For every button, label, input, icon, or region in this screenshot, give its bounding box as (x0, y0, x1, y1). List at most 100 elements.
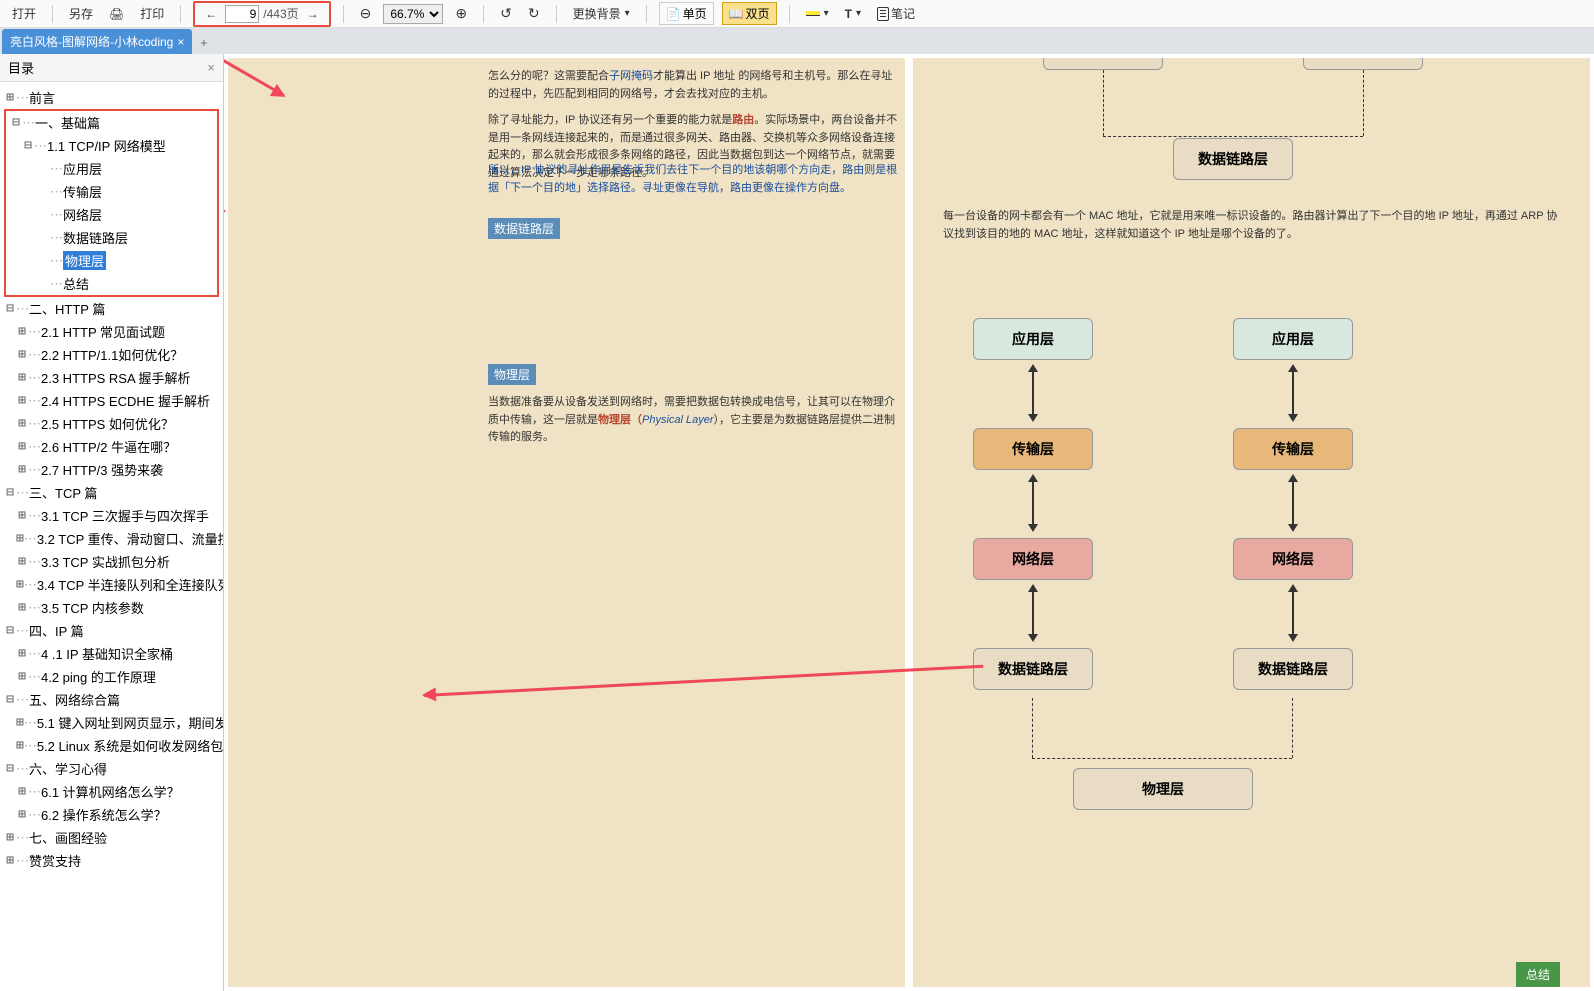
text-icon (845, 7, 852, 21)
tree-item[interactable]: ⋯2.5 HTTPS 如何优化？ (0, 412, 223, 435)
tree-item[interactable]: ⋯5.1 键入网址到网页显示，期间发生了什么 (0, 711, 223, 734)
page-right: 数据链路层 每一台设备的网卡都会有一个 MAC 地址，它就是用来唯一标识设备的。… (913, 58, 1590, 987)
next-page-button[interactable] (303, 5, 323, 23)
page-left: 怎么分的呢？这需要配合子网掩码才能算出 IP 地址 的网络号和主机号。那么在寻址… (228, 58, 905, 987)
diagram-layer-physical: 物理层 (1073, 768, 1253, 810)
tree-item[interactable]: ⋯5.2 Linux 系统是如何收发网络包的？ (0, 734, 223, 757)
section-heading-datalink: 数据链路层 (488, 218, 560, 239)
rotate-right-button[interactable] (524, 3, 544, 24)
open-button[interactable]: 打开 (8, 3, 40, 24)
rotate-left-button[interactable] (496, 3, 516, 24)
tree-item-sec5[interactable]: ⋯五、网络综合篇 (0, 688, 223, 711)
paragraph: 每一台设备的网卡都会有一个 MAC 地址，它就是用来唯一标识设备的。路由器计算出… (943, 208, 1563, 243)
tree-item-summary[interactable]: ⋯总结 (6, 272, 217, 295)
tree-item[interactable]: ⋯4.2 ping 的工作原理 (0, 665, 223, 688)
tree-item-sec2[interactable]: ⋯二、HTTP 篇 (0, 297, 223, 320)
change-background-button[interactable]: 更换背景 (569, 3, 634, 24)
tree-item[interactable]: ⋯6.1 计算机网络怎么学？ (0, 780, 223, 803)
print-button[interactable]: 打印 (136, 3, 168, 24)
highlight-button[interactable] (802, 6, 833, 21)
tree-item[interactable]: ⋯2.4 HTTPS ECDHE 握手解析 (0, 389, 223, 412)
sidebar-title: 目录 (8, 58, 34, 77)
separator (646, 5, 647, 23)
document-tab[interactable]: 亮白风格-图解网络-小林coding (2, 29, 192, 54)
tree-item-sec7[interactable]: ⋯七、画图经验 (0, 826, 223, 849)
zoom-in-icon (455, 5, 467, 22)
tab-title: 亮白风格-图解网络-小林coding (10, 33, 173, 50)
highlighter-icon (806, 11, 820, 16)
tree-item-sec4[interactable]: ⋯四、IP 篇 (0, 619, 223, 642)
zoom-out-icon (360, 5, 372, 22)
outline-tree: ⋯前言 ⋯一、基础篇 ⋯1.1 TCP/IP 网络模型 ⋯应用层 ⋯传输层 ⋯网… (0, 82, 223, 876)
tree-item[interactable]: ⋯2.2 HTTP/1.1如何优化？ (0, 343, 223, 366)
arrow-right-icon (307, 7, 319, 21)
paragraph: 当数据准备要从设备发送到网络时，需要把数据包转换成电信号，让其可以在物理介质中传… (488, 394, 898, 447)
tree-item-network-layer[interactable]: ⋯网络层 (6, 203, 217, 226)
tree-item-1-1[interactable]: ⋯1.1 TCP/IP 网络模型 (6, 134, 217, 157)
tree-item-sponsor[interactable]: ⋯赞赏支持 (0, 849, 223, 872)
tree-item[interactable]: ⋯3.4 TCP 半连接队列和全连接队列 (0, 573, 223, 596)
section-heading-physical: 物理层 (488, 364, 536, 385)
print-icon-button[interactable]: 🖨 (105, 5, 128, 23)
tree-item[interactable]: ⋯6.2 操作系统怎么学？ (0, 803, 223, 826)
tree-item[interactable]: ⋯3.1 TCP 三次握手与四次挥手 (0, 504, 223, 527)
tree-item[interactable]: ⋯2.6 HTTP/2 牛逼在哪？ (0, 435, 223, 458)
tree-item-datalink-layer[interactable]: ⋯数据链路层 (6, 226, 217, 249)
outline-sidebar: 目录 ⋯前言 ⋯一、基础篇 ⋯1.1 TCP/IP 网络模型 ⋯应用层 ⋯传输层… (0, 54, 224, 991)
sidebar-header: 目录 (0, 54, 223, 82)
printer-icon: 🖨 (109, 7, 124, 21)
diagram-layer-datalink: 数据链路层 (1173, 138, 1293, 180)
single-page-button[interactable]: 📄单页 (659, 2, 714, 25)
diagram-layer-datalink (1303, 58, 1423, 70)
diagram-layer-app: 应用层 (1233, 318, 1353, 360)
tree-item-sec6[interactable]: ⋯六、学习心得 (0, 757, 223, 780)
tree-item[interactable]: ⋯4 .1 IP 基础知识全家桶 (0, 642, 223, 665)
arrow-left-icon (205, 7, 217, 21)
separator (789, 5, 790, 23)
tree-item[interactable]: ⋯2.3 HTTPS RSA 握手解析 (0, 366, 223, 389)
page-total-label: /443页 (263, 5, 298, 22)
separator (180, 5, 181, 23)
tree-item-sec3[interactable]: ⋯三、TCP 篇 (0, 481, 223, 504)
diagram-layer-network: 网络层 (973, 538, 1093, 580)
tree-item-transport-layer[interactable]: ⋯传输层 (6, 180, 217, 203)
diagram-layer-network: 网络层 (1233, 538, 1353, 580)
double-page-button[interactable]: 📖双页 (722, 2, 777, 25)
diagram-layer-datalink: 数据链路层 (973, 648, 1093, 690)
new-tab-button[interactable] (192, 32, 215, 54)
tree-item-sec1[interactable]: ⋯一、基础篇 (6, 111, 217, 134)
sidebar-close-button[interactable] (207, 60, 215, 75)
main-area: 目录 ⋯前言 ⋯一、基础篇 ⋯1.1 TCP/IP 网络模型 ⋯应用层 ⋯传输层… (0, 54, 1594, 991)
page-number-input[interactable] (225, 5, 259, 23)
separator (52, 5, 53, 23)
highlighted-section-box: ⋯一、基础篇 ⋯1.1 TCP/IP 网络模型 ⋯应用层 ⋯传输层 ⋯网络层 ⋯… (4, 109, 219, 297)
text-tool-button[interactable] (841, 5, 865, 23)
tab-bar: 亮白风格-图解网络-小林coding (0, 28, 1594, 54)
separator (556, 5, 557, 23)
prev-page-button[interactable] (201, 5, 221, 23)
tree-item[interactable]: ⋯2.1 HTTP 常见面试题 (0, 320, 223, 343)
diagram-layer-datalink: 数据链路层 (1233, 648, 1353, 690)
page-nav-box: /443页 (193, 1, 330, 27)
diagram-layer-datalink (1043, 58, 1163, 70)
tab-close-button[interactable] (177, 35, 184, 49)
diagram-layer-transport: 传输层 (973, 428, 1093, 470)
tree-item-preface[interactable]: ⋯前言 (0, 86, 223, 109)
zoom-out-button[interactable] (356, 3, 376, 24)
tree-item[interactable]: ⋯2.7 HTTP/3 强势来袭 (0, 458, 223, 481)
note-icon (877, 7, 889, 21)
tree-item-physical-layer[interactable]: ⋯物理层 (6, 249, 217, 272)
page-viewer[interactable]: 怎么分的呢？这需要配合子网掩码才能算出 IP 地址 的网络号和主机号。那么在寻址… (224, 54, 1594, 991)
zoom-in-button[interactable] (451, 3, 471, 24)
tree-item[interactable]: ⋯3.2 TCP 重传、滑动窗口、流量控制、拥 (0, 527, 223, 550)
tree-item[interactable]: ⋯3.5 TCP 内核参数 (0, 596, 223, 619)
notes-button[interactable]: 笔记 (873, 3, 919, 24)
separator (483, 5, 484, 23)
tree-item-app-layer[interactable]: ⋯应用层 (6, 157, 217, 180)
zoom-select[interactable]: 66.7% (383, 4, 443, 24)
main-toolbar: 打开 另存 🖨 打印 /443页 66.7% 更换背景 📄单页 📖双页 笔记 (0, 0, 1594, 28)
rotate-left-icon (500, 5, 512, 22)
tree-item[interactable]: ⋯3.3 TCP 实战抓包分析 (0, 550, 223, 573)
summary-badge: 总结 (1516, 962, 1560, 987)
save-as-button[interactable]: 另存 (65, 3, 97, 24)
